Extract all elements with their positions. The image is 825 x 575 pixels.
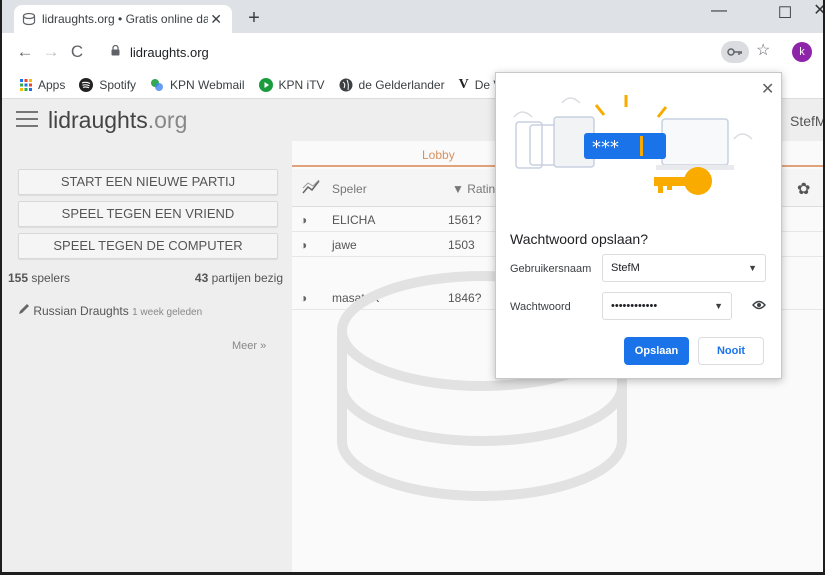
reload-icon[interactable]: C (64, 39, 90, 65)
column-player[interactable]: Speler (332, 182, 367, 196)
forward-arrow-icon[interactable]: → (38, 39, 64, 65)
new-tab-button[interactable]: + (243, 8, 265, 30)
tab-title: lidraughts.org • Gratis online dam (42, 12, 209, 26)
tab-lobby[interactable]: Lobby (422, 148, 455, 162)
row-player: ELICHA (332, 213, 376, 227)
bookmark-kpn-webmail[interactable]: KPN Webmail (150, 77, 245, 92)
news-title: Russian Draughts (33, 304, 129, 318)
half-circle-icon: ◑ (300, 291, 308, 305)
bookmark-kpn-itv[interactable]: KPN iTV (258, 77, 325, 92)
column-rating[interactable]: ▼ Ratin (452, 182, 495, 196)
bookmark-apps[interactable]: Apps (20, 78, 65, 92)
password-label: Wachtwoord (510, 301, 571, 313)
browser-toolbar: ← → C ☆ k (2, 33, 823, 71)
password-value: •••••••••••• (611, 300, 658, 312)
bookmark-label: de Gelderlander (358, 77, 445, 92)
save-button[interactable]: Opslaan (624, 337, 689, 365)
browser-window: lidraughts.org • Gratis online dam ✕ + —… (0, 0, 825, 575)
minimize-button[interactable]: — (699, 0, 739, 28)
players-counter[interactable]: 155 spelers (8, 271, 70, 285)
show-password-eye-icon[interactable] (752, 299, 766, 313)
globe-icon (339, 78, 353, 92)
bookmark-label: Spotify (99, 77, 137, 92)
volkskrant-icon: V (458, 76, 469, 92)
play-computer-button[interactable]: SPEEL TEGEN DE COMPUTER (18, 233, 278, 259)
gear-icon[interactable]: ✿ (797, 179, 810, 199)
tab-close-icon[interactable]: ✕ (208, 11, 224, 27)
username-field[interactable]: StefM ▼ (602, 254, 766, 282)
hamburger-menu-icon[interactable] (16, 111, 38, 129)
username-value: StefM (611, 262, 640, 274)
password-field[interactable]: •••••••••••• ▼ (602, 292, 732, 320)
tab-strip: lidraughts.org • Gratis online dam ✕ + —… (2, 0, 823, 33)
bookmark-star-icon[interactable]: ☆ (756, 40, 770, 60)
password-key-icon[interactable] (721, 41, 749, 63)
more-news-link[interactable]: Meer » (232, 340, 266, 352)
spotify-icon (79, 77, 94, 92)
chevron-down-icon: ▼ (714, 301, 723, 311)
save-password-dialog: ✕ *** Wachtwoord opslaan? Gebruikersnaam… (495, 72, 782, 379)
row-rating: 1503 (448, 238, 475, 252)
address-bar[interactable] (97, 37, 777, 67)
back-arrow-icon[interactable]: ← (12, 39, 38, 65)
bookmark-label: KPN Webmail (170, 77, 245, 92)
news-date: 1 week geleden (132, 307, 203, 318)
chevron-down-icon: ▼ (748, 263, 757, 273)
half-circle-icon: ◑ (300, 213, 308, 227)
database-favicon-icon (22, 12, 36, 26)
user-menu-link[interactable]: StefM (790, 113, 823, 129)
logo-tld: .org (147, 107, 188, 133)
pencil-icon (18, 304, 33, 318)
news-item[interactable]: Russian Draughts 1 week geleden (18, 303, 202, 318)
bookmark-de-gelderlander[interactable]: de Gelderlander (339, 78, 445, 92)
bookmark-label: KPN iTV (278, 77, 325, 92)
password-illustration-icon: *** (513, 95, 753, 195)
bookmark-spotify[interactable]: Spotify (79, 77, 137, 92)
lock-icon (111, 44, 120, 59)
half-circle-icon: ◑ (300, 238, 308, 252)
games-counter[interactable]: 43 partijen bezig (195, 271, 283, 285)
maximize-button[interactable]: ☐ (765, 3, 805, 31)
start-new-game-button[interactable]: START EEN NIEUWE PARTIJ (18, 169, 278, 195)
lobby-app-left: START EEN NIEUWE PARTIJ SPEEL TEGEN EEN … (2, 169, 288, 352)
kpn-itv-icon (258, 77, 273, 92)
profile-avatar[interactable]: k (792, 42, 812, 62)
logo-main: lidraughts (48, 107, 148, 133)
close-window-button[interactable]: ✕ (810, 0, 823, 28)
dialog-title: Wachtwoord opslaan? (510, 231, 649, 247)
never-button[interactable]: Nooit (698, 337, 764, 365)
chart-toggle-icon[interactable] (302, 179, 320, 198)
apps-grid-icon (20, 78, 32, 91)
kpn-webmail-icon (150, 78, 164, 92)
illustration-stars: *** (592, 137, 619, 158)
username-label: Gebruikersnaam (510, 263, 592, 275)
sort-down-icon: ▼ (452, 182, 468, 196)
url-input[interactable] (130, 44, 630, 60)
row-player: jawe (332, 238, 357, 252)
browser-tab[interactable]: lidraughts.org • Gratis online dam ✕ (14, 5, 232, 33)
dialog-close-icon[interactable]: ✕ (761, 79, 774, 99)
site-logo[interactable]: lidraughts.org (48, 107, 187, 134)
row-rating: 1561? (448, 213, 482, 227)
bookmark-label: Apps (38, 77, 66, 92)
play-with-friend-button[interactable]: SPEEL TEGEN EEN VRIEND (18, 201, 278, 227)
